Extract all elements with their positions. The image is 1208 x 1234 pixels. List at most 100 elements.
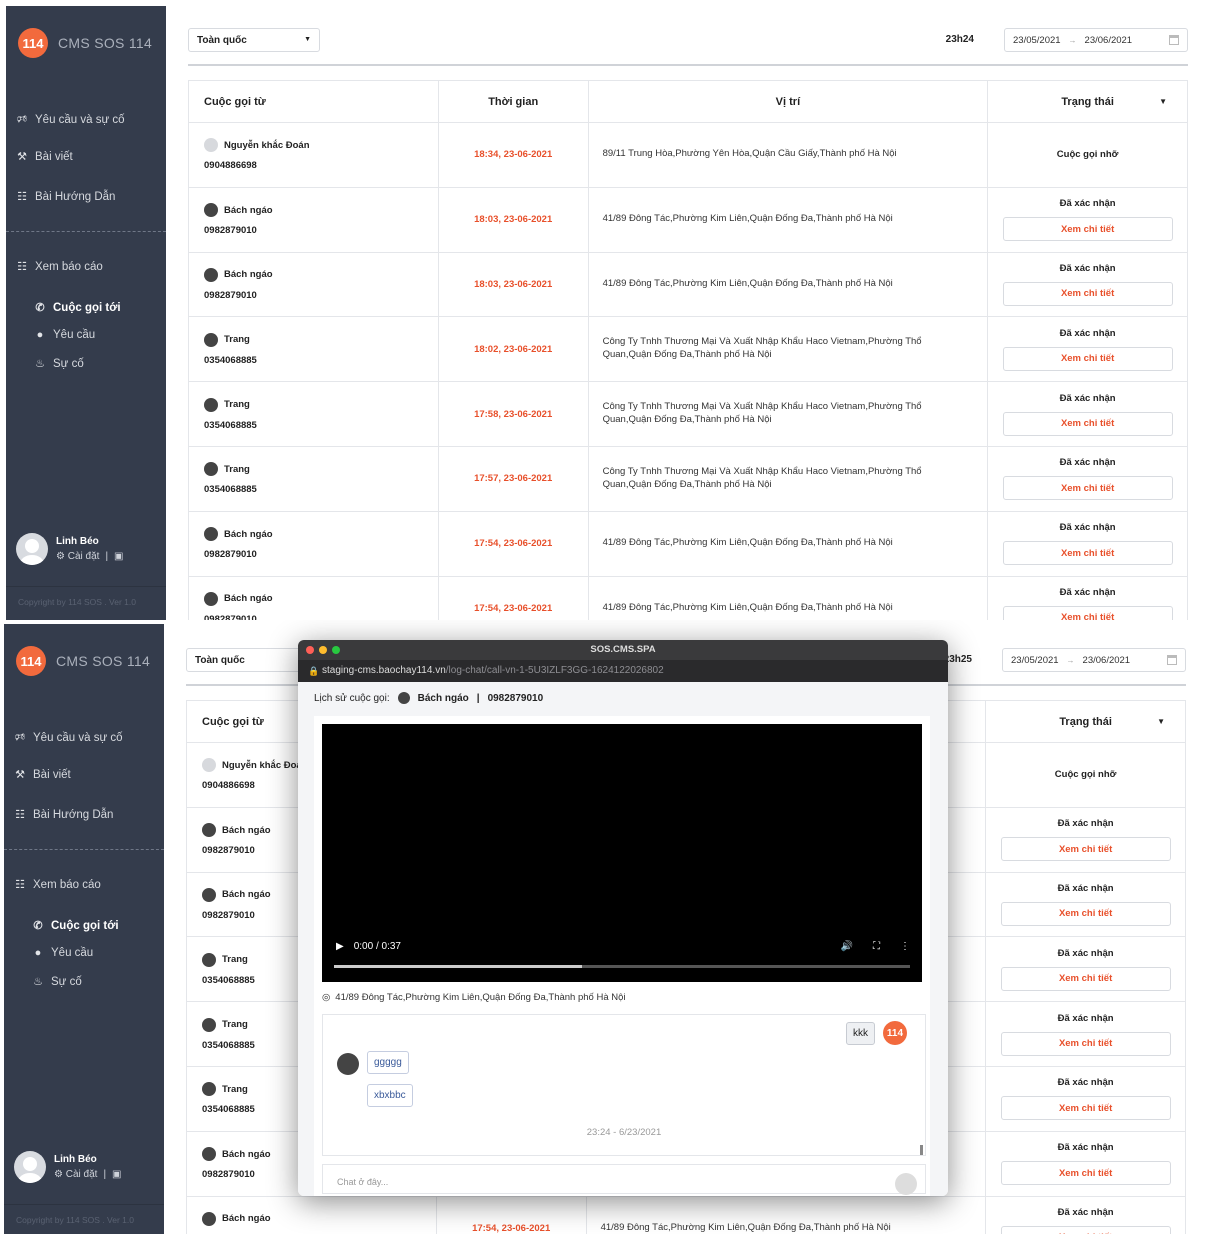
minimize-window-button[interactable]: [319, 646, 327, 654]
send-icon[interactable]: [895, 1173, 917, 1195]
sidebar-item-guides[interactable]: ☷ Bài Hướng Dẫn: [14, 808, 154, 822]
url-bar[interactable]: 🔒 staging-cms.baochay114.vn/log-chat/cal…: [298, 660, 948, 682]
sidebar-item-articles[interactable]: ⚒ Bài viết: [16, 150, 156, 164]
fire-icon: ♨: [33, 976, 43, 988]
date-range-picker[interactable]: 23/05/2021 → 23/06/2021: [1004, 28, 1188, 52]
logout-icon[interactable]: ▣: [112, 1169, 121, 1180]
sidebar-item-requests[interactable]: 🕫 Yêu cầu và sự cố: [14, 728, 154, 747]
view-detail-button[interactable]: Xem chi tiết: [1000, 901, 1171, 926]
location-cell: Công Ty Tnhh Thương Mại Và Xuất Nhập Khẩ…: [589, 382, 989, 446]
sidebar-item-requests[interactable]: 🕫 Yêu cầu và sự cố: [16, 110, 156, 129]
time-cell: 18:03, 23-06-2021: [439, 252, 589, 317]
phone-icon: ✆: [33, 920, 43, 932]
location-cell: 41/89 Đông Tác,Phường Kim Liên,Quận Đống…: [589, 252, 989, 317]
sidebar-subitem-requests[interactable]: ● Yêu cầu: [32, 947, 154, 959]
close-window-button[interactable]: [306, 646, 314, 654]
caller-cell: Bách ngáo 0982879010: [189, 576, 439, 620]
caller-phone: 0354068885: [204, 484, 257, 496]
caller-name: Nguyễn khắc Đoán: [222, 759, 308, 771]
brand-logo: 114: [18, 28, 48, 58]
user-name: Linh Béo: [54, 1154, 97, 1165]
logout-icon[interactable]: ▣: [114, 551, 123, 562]
caller-avatar: [204, 397, 218, 412]
table-row: Trang 0354068885 17:57, 23-06-2021 Công …: [189, 446, 1187, 512]
topbar: Toàn quốc ▼ 23h24 23/05/2021 → 23/06/2021: [188, 28, 1188, 66]
brand[interactable]: 114 CMS SOS 114: [18, 28, 152, 58]
sidebar-item-reports[interactable]: ☷ Xem báo cáo: [14, 878, 154, 892]
chat-input[interactable]: Chat ở đây...: [322, 1164, 926, 1195]
fullscreen-icon[interactable]: ⛶: [873, 941, 880, 952]
view-detail-button[interactable]: Xem chi tiết: [1002, 605, 1173, 620]
view-detail-button[interactable]: Xem chi tiết: [1000, 1161, 1171, 1186]
sidebar-subitem-incidents[interactable]: ♨ Sự cố: [32, 975, 154, 989]
date-from[interactable]: 23/05/2021: [1011, 655, 1059, 666]
date-range-picker[interactable]: 23/05/2021 → 23/06/2021: [1002, 648, 1186, 672]
sidebar-item-label: Yêu cầu và sự cố: [33, 731, 123, 744]
sidebar-subitem-incoming-calls[interactable]: ✆ Cuộc gọi tới: [32, 919, 154, 933]
calendar-icon: [1167, 655, 1177, 665]
sidebar-subitem-requests[interactable]: ● Yêu cầu: [34, 329, 156, 341]
sidebar: 114 CMS SOS 114 🕫 Yêu cầu và sự cố ⚒ Bài v…: [6, 6, 166, 620]
column-header-status[interactable]: Trạng thái ▼: [986, 701, 1185, 742]
region-value: Toàn quốc: [195, 655, 245, 666]
column-header-status[interactable]: Trạng thái ▼: [988, 81, 1187, 122]
status-text: Đã xác nhận: [1059, 392, 1116, 404]
view-detail-button[interactable]: Xem chi tiết: [1002, 346, 1173, 371]
sidebar-item-reports[interactable]: ☷ Xem báo cáo: [16, 260, 156, 274]
sort-caret-icon[interactable]: ▼: [1157, 717, 1165, 726]
region-select[interactable]: Toàn quốc ▼: [188, 28, 320, 52]
status-cell: Đã xác nhận Xem chi tiết: [986, 873, 1185, 937]
view-detail-button[interactable]: Xem chi tiết: [1000, 966, 1171, 991]
sort-caret-icon[interactable]: ▼: [1159, 97, 1167, 106]
view-detail-button[interactable]: Xem chi tiết: [1000, 837, 1171, 862]
more-options-icon[interactable]: ⋮: [900, 941, 910, 952]
url-host: staging-cms.baochay114.vn: [322, 665, 446, 676]
user-avatar: [337, 1053, 359, 1075]
caller-avatar: [204, 591, 218, 606]
caller-avatar: [202, 758, 216, 773]
maximize-window-button[interactable]: [332, 646, 340, 654]
sidebar-subitem-incidents[interactable]: ♨ Sự cố: [34, 357, 156, 371]
view-detail-button[interactable]: Xem chi tiết: [1002, 476, 1173, 501]
view-detail-button[interactable]: Xem chi tiết: [1002, 281, 1173, 306]
view-detail-button[interactable]: Xem chi tiết: [1000, 1096, 1171, 1121]
view-detail-button[interactable]: Xem chi tiết: [1000, 1225, 1171, 1234]
caller-cell: Trang 0354068885: [189, 317, 439, 382]
volume-icon[interactable]: 🔊: [841, 941, 853, 952]
date-to[interactable]: 23/06/2021: [1085, 35, 1133, 46]
sidebar-item-guides[interactable]: ☷ Bài Hướng Dẫn: [16, 190, 156, 204]
table-row: Bách ngáo 0982879010 18:03, 23-06-2021 4…: [189, 252, 1187, 318]
caller-cell: Trang 0354068885: [189, 446, 439, 511]
brand[interactable]: 114 CMS SOS 114: [16, 646, 150, 676]
date-to[interactable]: 23/06/2021: [1083, 655, 1131, 666]
modal-body: Lịch sử cuộc gọi: Bách ngáo | 0982879010…: [298, 682, 948, 1196]
view-detail-button[interactable]: Xem chi tiết: [1002, 411, 1173, 436]
chat-scrollbar[interactable]: [920, 1145, 923, 1155]
arrow-right-icon: →: [1068, 35, 1077, 45]
message-bubble: ggggg: [367, 1051, 409, 1074]
settings-label: Cài đặt: [67, 551, 100, 562]
status-text: Cuộc gọi nhỡ: [1056, 149, 1119, 161]
view-detail-button[interactable]: Xem chi tiết: [1000, 1031, 1171, 1056]
settings-link[interactable]: ⚙ Cài đặt: [56, 551, 99, 562]
sidebar-subitem-incoming-calls[interactable]: ✆ Cuộc gọi tới: [34, 301, 156, 315]
gear-icon: ⚙: [54, 1169, 63, 1180]
view-detail-button[interactable]: Xem chi tiết: [1002, 541, 1173, 566]
status-cell: Đã xác nhận Xem chi tiết: [988, 317, 1187, 381]
avatar[interactable]: [16, 533, 48, 565]
chat-input-placeholder: Chat ở đây...: [337, 1177, 389, 1187]
play-icon[interactable]: ▶: [336, 941, 344, 952]
gear-icon: ⚙: [56, 551, 65, 562]
settings-link[interactable]: ⚙ Cài đặt: [54, 1169, 97, 1180]
video-progress-bar[interactable]: [334, 965, 910, 968]
video-player[interactable]: ▶ 0:00 / 0:37 🔊 ⛶ ⋮: [322, 724, 922, 982]
sidebar-item-articles[interactable]: ⚒ Bài viết: [14, 768, 154, 782]
brand-name: CMS SOS 114: [58, 35, 153, 51]
date-from[interactable]: 23/05/2021: [1013, 35, 1061, 46]
chat-log[interactable]: kkk 114 ggggg xbxbbc 23:24 - 6/23/2021: [322, 1014, 926, 1156]
avatar[interactable]: [14, 1151, 46, 1183]
window-title: SOS.CMS.SPA: [590, 644, 656, 655]
status-cell: Cuộc gọi nhỡ: [986, 743, 1185, 807]
view-detail-button[interactable]: Xem chi tiết: [1002, 217, 1173, 242]
caller-avatar: [204, 332, 218, 347]
